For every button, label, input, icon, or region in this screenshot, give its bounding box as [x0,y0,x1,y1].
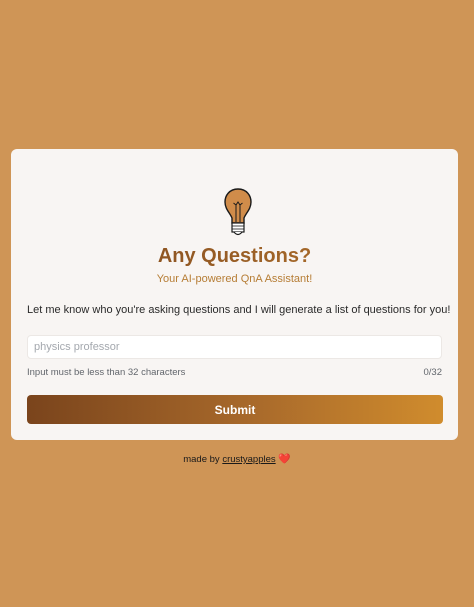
page-subtitle: Your AI-powered QnA Assistant! [156,273,313,285]
instructions-text: Let me know who you're asking questions … [27,304,451,316]
role-input[interactable] [27,335,442,359]
question-card: Any Questions? Your AI-powered QnA Assis… [11,149,458,440]
page-title: Any Questions? [11,245,458,268]
input-hint: Input must be less than 32 characters [27,367,186,378]
character-counter: 0/32 [423,367,443,378]
submit-button[interactable]: Submit [27,395,443,424]
lightbulb-icon [224,188,252,236]
footer: made by crustyapples ❤️ [0,454,474,465]
heart-icon: ❤️ [278,454,291,465]
author-link[interactable]: crustyapples [222,454,275,465]
footer-made-by: made by [183,454,220,465]
